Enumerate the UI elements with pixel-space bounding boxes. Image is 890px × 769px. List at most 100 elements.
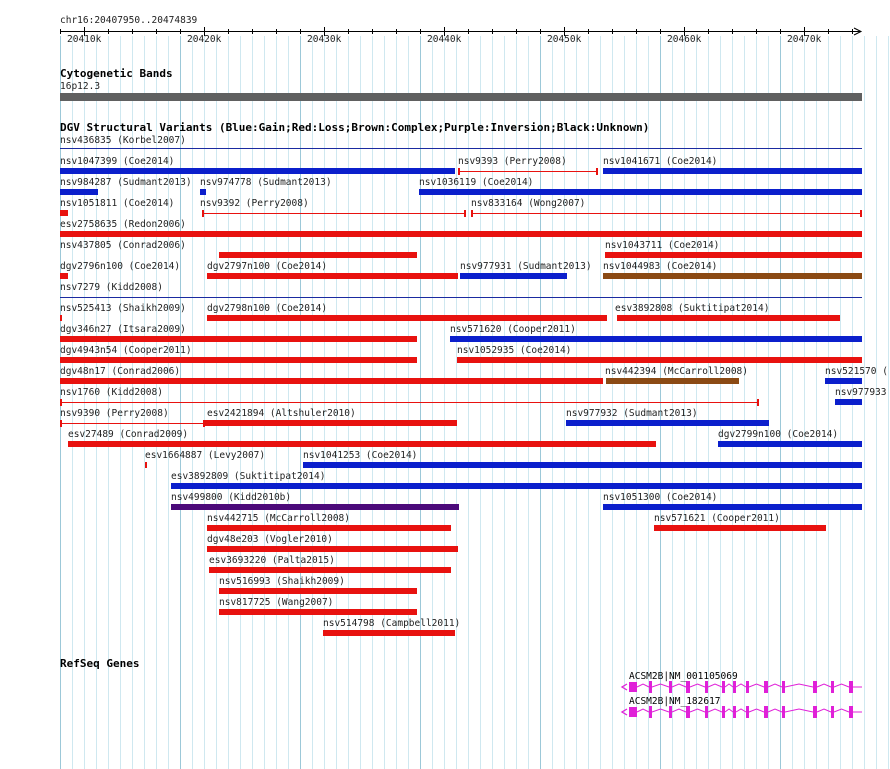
variant-bar[interactable] xyxy=(825,378,862,384)
variant-bar[interactable] xyxy=(460,273,567,279)
variant-label: nsv437805 (Conrad2006) xyxy=(60,240,186,251)
variant-bar[interactable] xyxy=(60,273,68,279)
variant-bar[interactable] xyxy=(60,231,862,237)
variant-bar[interactable] xyxy=(718,441,862,447)
variant-label: esv3892808 (Suktitipat2014) xyxy=(615,303,770,314)
variant-label: esv2421894 (Altshuler2010) xyxy=(207,408,356,419)
exon xyxy=(733,706,736,718)
variant-bar[interactable] xyxy=(207,546,458,552)
variant-label: nsv9393 (Perry2008) xyxy=(458,156,567,167)
variant-label: nsv1043711 (Coe2014) xyxy=(605,240,720,251)
exon xyxy=(649,706,652,718)
variant-bar[interactable] xyxy=(835,399,862,405)
variant-bar-end xyxy=(471,210,473,217)
exon xyxy=(686,681,690,693)
intron-line xyxy=(784,683,814,688)
variant-bar[interactable] xyxy=(145,462,147,468)
variant-label: nsv1051811 (Coe2014) xyxy=(60,198,175,209)
variant-label: dgv48n17 (Conrad2006) xyxy=(60,366,181,377)
variant-bar[interactable] xyxy=(654,525,826,531)
intron-line xyxy=(671,708,687,713)
exon xyxy=(764,681,768,693)
variant-label: esv2758635 (Redon2006) xyxy=(60,219,186,230)
exon xyxy=(629,707,637,717)
variant-label: dgv2796n100 (Coe2014) xyxy=(60,261,181,272)
variant-label: nsv974778 (Sudmant2013) xyxy=(200,177,332,188)
dgv-track-title: DGV Structural Variants (Blue:Gain;Red:L… xyxy=(60,121,650,134)
variant-bar[interactable] xyxy=(60,168,455,174)
variant-label: nsv1047399 (Coe2014) xyxy=(60,156,175,167)
intron-line xyxy=(784,708,814,713)
refseq-track-title: RefSeq Genes xyxy=(60,657,140,670)
variant-bar-end xyxy=(202,210,204,217)
variant-bar[interactable] xyxy=(419,189,862,195)
intron-line xyxy=(767,683,783,688)
variant-bar[interactable] xyxy=(171,483,862,489)
variant-bar[interactable] xyxy=(617,315,840,321)
intron-line xyxy=(671,683,687,688)
variant-label: nsv977933 xyxy=(835,387,887,398)
variant-bar[interactable] xyxy=(60,357,417,363)
variant-bar[interactable] xyxy=(207,315,607,321)
variant-bar[interactable] xyxy=(207,525,451,531)
variant-label: nsv1036119 (Coe2014) xyxy=(419,177,534,188)
variant-bar[interactable] xyxy=(457,357,862,363)
variant-bar[interactable] xyxy=(219,588,417,594)
intron-line xyxy=(767,708,783,713)
variant-bar[interactable] xyxy=(60,189,98,195)
exon xyxy=(831,681,834,693)
gene-model[interactable] xyxy=(620,681,862,693)
intron-line xyxy=(724,708,734,713)
variant-label: nsv1760 (Kidd2008) xyxy=(60,387,163,398)
variant-label: nsv984287 (Sudmant2013) xyxy=(60,177,192,188)
variant-bar[interactable] xyxy=(207,273,458,279)
intron-line xyxy=(724,683,734,688)
variant-bar[interactable] xyxy=(68,441,656,447)
variant-bar[interactable] xyxy=(60,315,62,321)
gene-label: ACSM2B|NM_182617 xyxy=(629,696,721,707)
cytoband-label: 16p12.3 xyxy=(60,81,101,92)
intron-line xyxy=(735,683,747,688)
intron-line xyxy=(833,708,850,713)
variant-bar[interactable] xyxy=(605,252,862,258)
exon xyxy=(705,706,708,718)
variant-bar[interactable] xyxy=(60,210,68,216)
variant-bar[interactable] xyxy=(603,504,862,510)
exon xyxy=(764,706,768,718)
variant-bar[interactable] xyxy=(200,189,206,195)
variant-label: dgv48e203 (Vogler2010) xyxy=(207,534,333,545)
exon xyxy=(669,706,672,718)
ruler-tick-label: 20460k xyxy=(667,34,702,45)
exon xyxy=(722,681,725,693)
strand-arrow-icon xyxy=(620,683,628,691)
variant-bar[interactable] xyxy=(323,630,455,636)
variant-bar[interactable] xyxy=(60,336,417,342)
exon xyxy=(705,681,708,693)
ruler-tick-label: 20440k xyxy=(427,34,462,45)
variant-bar[interactable] xyxy=(219,609,417,615)
variant-label: nsv817725 (Wang2007) xyxy=(219,597,334,608)
variant-bar[interactable] xyxy=(171,504,459,510)
cytoband-bar[interactable] xyxy=(60,93,862,101)
variant-label: dgv346n27 (Itsara2009) xyxy=(60,324,186,335)
variant-bar[interactable] xyxy=(219,252,417,258)
variant-bar-end xyxy=(60,399,62,406)
gene-model[interactable] xyxy=(620,706,862,718)
intron-line xyxy=(689,683,706,688)
variant-bar[interactable] xyxy=(209,567,451,573)
variant-label: nsv514798 (Campbell2011) xyxy=(323,618,461,629)
variant-label: dgv2797n100 (Coe2014) xyxy=(207,261,328,272)
variant-bar[interactable] xyxy=(60,378,603,384)
exon xyxy=(849,681,853,693)
variant-bar[interactable] xyxy=(566,420,769,426)
variant-label: nsv7279 (Kidd2008) xyxy=(60,282,163,293)
variant-bar[interactable] xyxy=(606,378,739,384)
variant-bar[interactable] xyxy=(205,420,457,426)
variant-label: nsv525413 (Shaikh2009) xyxy=(60,303,186,314)
variant-bar[interactable] xyxy=(603,273,862,279)
variant-bar[interactable] xyxy=(450,336,862,342)
variant-bar[interactable] xyxy=(303,462,862,468)
variant-bar[interactable] xyxy=(603,168,862,174)
variant-bar-end xyxy=(464,210,466,217)
variant-bar-end xyxy=(458,168,460,175)
